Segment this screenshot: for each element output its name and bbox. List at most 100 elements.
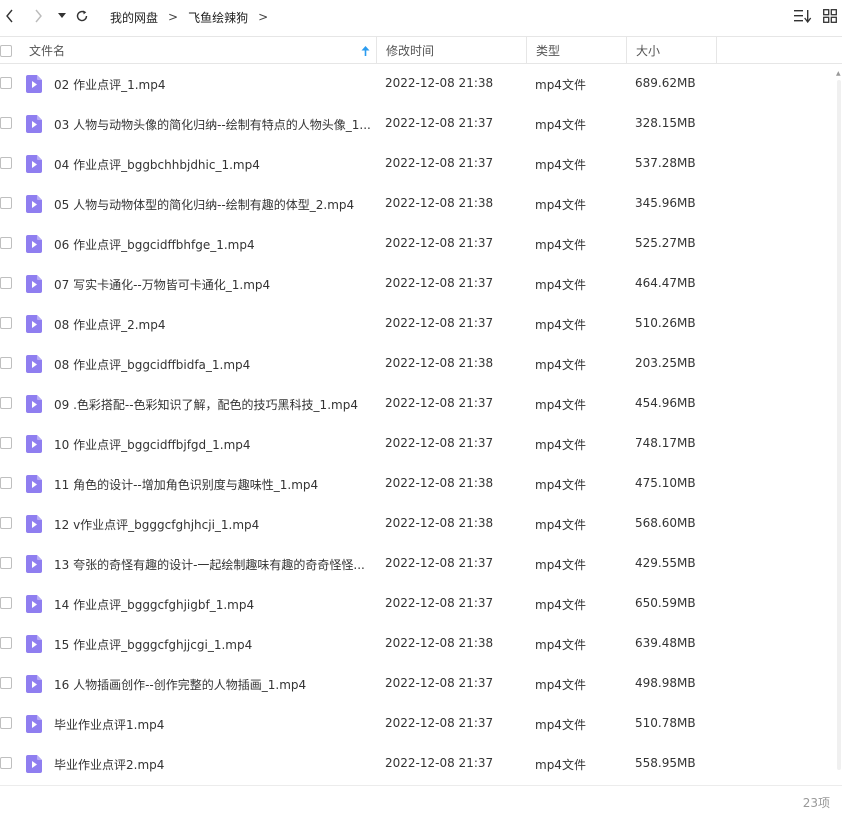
column-modified-label: 修改时间 — [386, 44, 435, 58]
file-row[interactable]: 毕业作业点评2.mp4 2022-12-08 21:37 mp4文件 558.95MB — [0, 744, 842, 784]
file-name[interactable]: 13 夸张的奇怪有趣的设计-一起绘制趣味有趣的奇奇怪怪... — [54, 556, 374, 573]
column-header: 文件名 修改时间 类型 大小 — [0, 36, 842, 64]
breadcrumb-item-folder[interactable]: 飞鱼绘辣狗 — [188, 9, 248, 26]
refresh-button[interactable] — [72, 6, 92, 26]
file-name[interactable]: 02 作业点评_1.mp4 — [54, 76, 374, 93]
file-row[interactable]: 12 v作业点评_bgggcfghjhcji_1.mp4 2022-12-08 2… — [0, 504, 842, 544]
select-all-checkbox[interactable] — [0, 44, 12, 57]
grid-view-button[interactable] — [821, 8, 839, 24]
file-size: 568.60MB — [635, 516, 696, 530]
column-type[interactable]: 类型 — [526, 37, 626, 64]
file-row[interactable]: 06 作业点评_bggcidffbhfge_1.mp4 2022-12-08 21… — [0, 224, 842, 264]
history-dropdown-button[interactable] — [52, 6, 72, 26]
file-modified-time: 2022-12-08 21:37 — [385, 676, 494, 690]
row-checkbox[interactable] — [0, 677, 12, 689]
video-file-icon — [26, 315, 42, 333]
file-name[interactable]: 15 作业点评_bgggcfghjjcgi_1.mp4 — [54, 636, 374, 653]
file-name[interactable]: 12 v作业点评_bgggcfghjhcji_1.mp4 — [54, 516, 374, 533]
file-row[interactable]: 16 人物插画创作--创作完整的人物插画_1.mp4 2022-12-08 21:… — [0, 664, 842, 704]
sort-button[interactable] — [794, 8, 812, 24]
file-type: mp4文件 — [535, 238, 586, 252]
file-modified-time: 2022-12-08 21:37 — [385, 436, 494, 450]
row-checkbox[interactable] — [0, 557, 12, 569]
file-row[interactable]: 15 作业点评_bgggcfghjjcgi_1.mp4 2022-12-08 21… — [0, 624, 842, 664]
file-size: 650.59MB — [635, 596, 696, 610]
file-modified-time: 2022-12-08 21:37 — [385, 756, 494, 770]
file-type: mp4文件 — [535, 278, 586, 292]
file-row[interactable]: 毕业作业点评1.mp4 2022-12-08 21:37 mp4文件 510.78MB — [0, 704, 842, 744]
file-row[interactable]: 07 写实卡通化--万物皆可卡通化_1.mp4 2022-12-08 21:37 m… — [0, 264, 842, 304]
file-name[interactable]: 03 人物与动物头像的简化归纳--绘制有特点的人物头像_1... — [54, 116, 374, 133]
column-name[interactable]: 文件名 — [29, 37, 376, 64]
file-modified-time: 2022-12-08 21:37 — [385, 716, 494, 730]
breadcrumb-separator: > — [168, 10, 179, 24]
sort-icon — [794, 10, 812, 23]
status-bar: 23项 — [0, 785, 842, 815]
refresh-icon — [76, 10, 88, 22]
back-button[interactable] — [0, 6, 20, 26]
file-modified-time: 2022-12-08 21:38 — [385, 196, 494, 210]
file-row[interactable]: 11 角色的设计--增加角色识别度与趣味性_1.mp4 2022-12-08 21… — [0, 464, 842, 504]
row-checkbox[interactable] — [0, 117, 12, 129]
row-checkbox[interactable] — [0, 757, 12, 769]
row-checkbox[interactable] — [0, 77, 12, 89]
file-row[interactable]: 08 作业点评_2.mp4 2022-12-08 21:37 mp4文件 510.26… — [0, 304, 842, 344]
file-modified-time: 2022-12-08 21:38 — [385, 516, 494, 530]
file-name[interactable]: 08 作业点评_2.mp4 — [54, 316, 374, 333]
row-checkbox[interactable] — [0, 397, 12, 409]
scrollbar-thumb[interactable] — [837, 80, 841, 770]
file-name[interactable]: 05 人物与动物体型的简化归纳--绘制有趣的体型_2.mp4 — [54, 196, 374, 213]
file-name[interactable]: 06 作业点评_bggcidffbhfge_1.mp4 — [54, 236, 374, 253]
row-checkbox[interactable] — [0, 357, 12, 369]
row-checkbox[interactable] — [0, 237, 12, 249]
file-size: 689.62MB — [635, 76, 696, 90]
file-row[interactable]: 09 .色彩搭配--色彩知识了解，配色的技巧黑科技_1.mp4 2022-12-0… — [0, 384, 842, 424]
file-name[interactable]: 毕业作业点评1.mp4 — [54, 716, 374, 733]
column-size[interactable]: 大小 — [626, 37, 716, 64]
breadcrumb-item-root[interactable]: 我的网盘 — [110, 9, 158, 26]
row-checkbox[interactable] — [0, 637, 12, 649]
row-checkbox[interactable] — [0, 517, 12, 529]
row-checkbox[interactable] — [0, 317, 12, 329]
file-name[interactable]: 07 写实卡通化--万物皆可卡通化_1.mp4 — [54, 276, 374, 293]
column-modified[interactable]: 修改时间 — [376, 37, 526, 64]
forward-button[interactable] — [28, 6, 48, 26]
file-size: 525.27MB — [635, 236, 696, 250]
file-name[interactable]: 10 作业点评_bggcidffbjfgd_1.mp4 — [54, 436, 374, 453]
file-row[interactable]: 02 作业点评_1.mp4 2022-12-08 21:38 mp4文件 689.62… — [0, 64, 842, 104]
file-name[interactable]: 04 作业点评_bggbchhbjdhic_1.mp4 — [54, 156, 374, 173]
file-row[interactable]: 08 作业点评_bggcidffbidfa_1.mp4 2022-12-08 21… — [0, 344, 842, 384]
file-row[interactable]: 05 人物与动物体型的简化归纳--绘制有趣的体型_2.mp4 2022-12-08… — [0, 184, 842, 224]
file-type: mp4文件 — [535, 678, 586, 692]
file-modified-time: 2022-12-08 21:37 — [385, 396, 494, 410]
file-size: 203.25MB — [635, 356, 696, 370]
scrollbar[interactable]: ▲ — [836, 70, 842, 780]
file-name[interactable]: 毕业作业点评2.mp4 — [54, 756, 374, 773]
file-size: 639.48MB — [635, 636, 696, 650]
file-name[interactable]: 16 人物插画创作--创作完整的人物插画_1.mp4 — [54, 676, 374, 693]
file-name[interactable]: 09 .色彩搭配--色彩知识了解，配色的技巧黑科技_1.mp4 — [54, 396, 374, 413]
row-checkbox[interactable] — [0, 597, 12, 609]
file-row[interactable]: 03 人物与动物头像的简化归纳--绘制有特点的人物头像_1... 2022-12-… — [0, 104, 842, 144]
file-row[interactable]: 14 作业点评_bgggcfghjigbf_1.mp4 2022-12-08 21… — [0, 584, 842, 624]
select-all[interactable] — [0, 37, 20, 64]
file-row[interactable]: 04 作业点评_bggbchhbjdhic_1.mp4 2022-12-08 21… — [0, 144, 842, 184]
file-name[interactable]: 08 作业点评_bggcidffbidfa_1.mp4 — [54, 356, 374, 373]
scroll-up-icon[interactable]: ▲ — [836, 70, 841, 77]
file-name[interactable]: 14 作业点评_bgggcfghjigbf_1.mp4 — [54, 596, 374, 613]
file-modified-time: 2022-12-08 21:38 — [385, 636, 494, 650]
file-row[interactable]: 10 作业点评_bggcidffbjfgd_1.mp4 2022-12-08 21… — [0, 424, 842, 464]
row-checkbox[interactable] — [0, 477, 12, 489]
row-checkbox[interactable] — [0, 277, 12, 289]
file-modified-time: 2022-12-08 21:37 — [385, 556, 494, 570]
row-checkbox[interactable] — [0, 197, 12, 209]
item-count: 23项 — [802, 796, 830, 810]
row-checkbox[interactable] — [0, 717, 12, 729]
file-row[interactable]: 13 夸张的奇怪有趣的设计-一起绘制趣味有趣的奇奇怪怪... 2022-12-08… — [0, 544, 842, 584]
file-modified-time: 2022-12-08 21:37 — [385, 116, 494, 130]
row-checkbox[interactable] — [0, 157, 12, 169]
file-name[interactable]: 11 角色的设计--增加角色识别度与趣味性_1.mp4 — [54, 476, 374, 493]
column-size-label: 大小 — [636, 44, 661, 58]
file-modified-time: 2022-12-08 21:37 — [385, 276, 494, 290]
row-checkbox[interactable] — [0, 437, 12, 449]
